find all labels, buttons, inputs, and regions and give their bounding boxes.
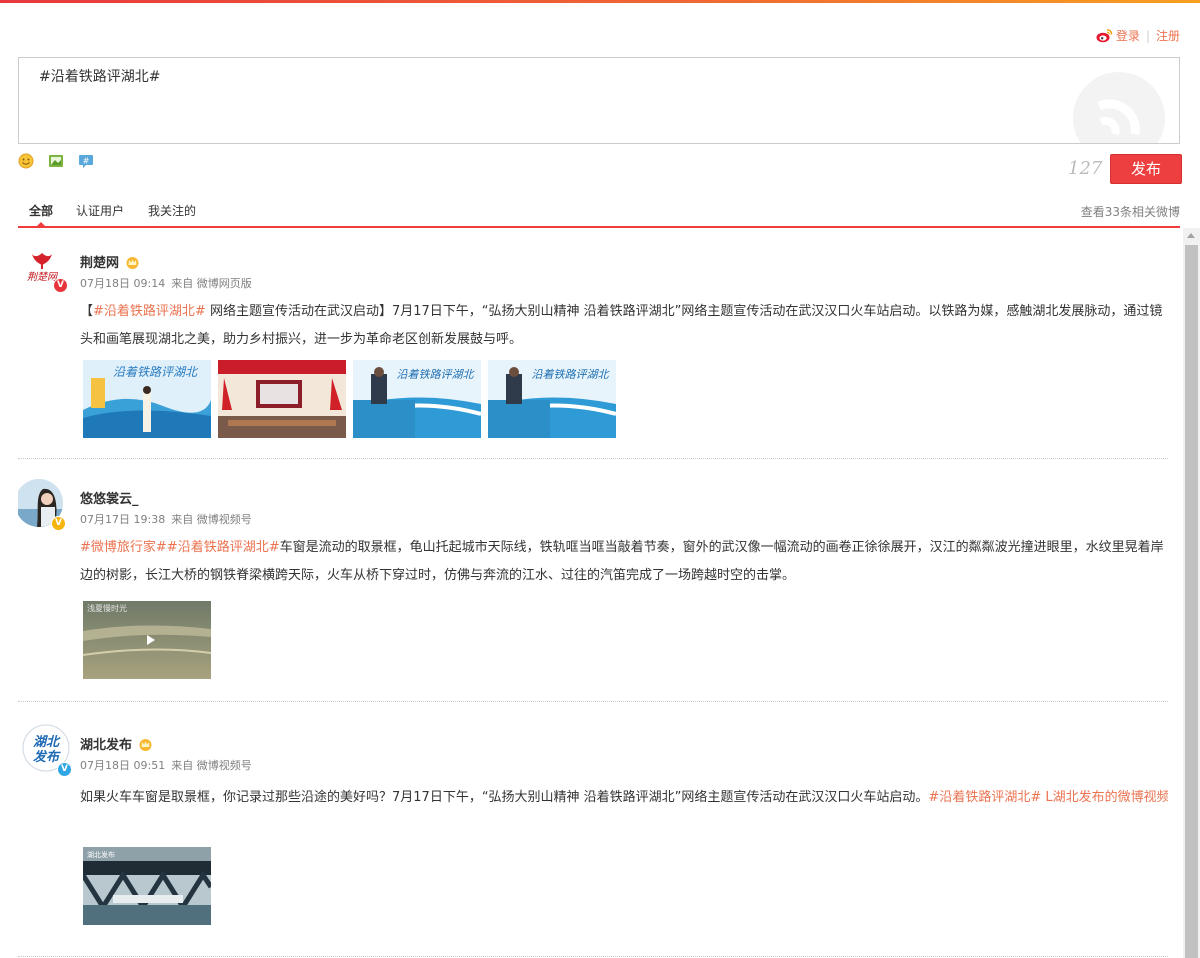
login-separator: | <box>1145 28 1150 43</box>
post-image-thumb[interactable]: 沿着铁路评湖北 <box>83 360 211 438</box>
hashtag-link[interactable]: #沿着铁路评湖北# <box>167 540 280 555</box>
post-meta: 07月17日 19:38 来自 微博视频号 <box>80 511 258 527</box>
verified-badge: V <box>57 762 72 777</box>
video-thumb[interactable]: 浅夏慢时光 <box>83 601 211 679</box>
verified-badge: V <box>51 516 66 531</box>
post-text: 网络主题宣传活动在武汉启动】7月17日下午，“弘扬大别山精神 沿着铁路评湖北”网… <box>80 304 1163 347</box>
top-accent-bar <box>0 0 1200 3</box>
char-counter: 127 <box>1068 158 1103 179</box>
register-link[interactable]: 注册 <box>1156 27 1180 44</box>
video-preview: 浅夏慢时光 <box>83 601 211 679</box>
thumb-banner-text: 沿着铁路评湖北 <box>113 365 199 379</box>
tab-verified[interactable]: 认证用户 <box>76 202 124 219</box>
hashtag-link[interactable]: #沿着铁路评湖北# <box>928 790 1041 805</box>
login-area: 登录 | 注册 <box>1096 27 1180 44</box>
thumb-banner-text: 沿着铁路评湖北 <box>532 368 611 381</box>
filter-tabs: 全部 认证用户 我关注的 查看33条相关微博 <box>18 199 1180 228</box>
post-meta: 07月18日 09:14 来自 微博网页版 <box>80 275 258 291</box>
scrollbar[interactable] <box>1183 228 1200 958</box>
feed-item: 荆楚网 V 荆楚网 07月18日 09:14 来自 微博网页版 【#沿着铁路评湖北… <box>18 228 1168 459</box>
tab-following[interactable]: 我关注的 <box>148 202 196 219</box>
post-source: 来自 微博网页版 <box>171 277 252 290</box>
hashtag-link[interactable]: #沿着铁路评湖北# <box>93 304 206 319</box>
video-caption: 浅夏慢时光 <box>87 603 127 613</box>
post-time[interactable]: 07月18日 09:14 <box>80 277 165 290</box>
view-more-link[interactable]: 查看33条相关微博 <box>1081 203 1180 220</box>
post-text-pre: 【 <box>80 304 94 319</box>
avatar-hubei-text: 湖北 <box>33 734 61 750</box>
publish-button[interactable]: 发布 <box>1110 154 1182 184</box>
post-image-thumb[interactable]: 沿着铁路评湖北 <box>353 360 481 438</box>
post-text: 如果火车车窗是取景框，你记录过那些沿途的美好吗？7月17日下午，“弘扬大别山精神… <box>80 790 929 805</box>
login-link[interactable]: 登录 <box>1116 27 1140 44</box>
video-preview: 湖北发布 <box>83 847 211 925</box>
post-image-thumb[interactable]: 沿着铁路评湖北 <box>488 360 616 438</box>
scroll-up-icon[interactable] <box>1187 233 1195 238</box>
weibo-watermark-icon <box>1073 72 1165 143</box>
post-time[interactable]: 07月18日 09:51 <box>80 759 165 772</box>
tab-all-label: 全部 <box>29 204 54 218</box>
post-image-thumb[interactable] <box>218 360 346 438</box>
weibo-logo-icon <box>1096 29 1113 43</box>
scrollbar-thumb[interactable] <box>1185 245 1198 958</box>
image-icon[interactable] <box>48 153 64 169</box>
emoji-icon[interactable] <box>18 153 34 169</box>
post-textarea[interactable]: #沿着铁路评湖北# <box>18 57 1180 144</box>
topic-icon[interactable]: # <box>78 153 94 169</box>
feed-item: V 悠悠裳云_ 07月17日 19:38 来自 微博视频号 #微博旅行家##沿着铁… <box>18 459 1168 702</box>
svg-text:#: # <box>83 157 90 166</box>
post-content: 【#沿着铁路评湖北# 网络主题宣传活动在武汉启动】7月17日下午，“弘扬大别山精… <box>80 298 1168 354</box>
user-name-text: 湖北发布 <box>80 738 133 753</box>
user-name-text: 荆楚网 <box>80 256 120 271</box>
user-name[interactable]: 湖北发布 <box>80 734 153 753</box>
user-name[interactable]: 荆楚网 <box>80 252 140 271</box>
post-source: 来自 微博视频号 <box>171 513 252 526</box>
post-content: 如果火车车窗是取景框，你记录过那些沿途的美好吗？7月17日下午，“弘扬大别山精神… <box>80 784 1168 812</box>
video-caption: 湖北发布 <box>87 850 115 859</box>
post-meta: 07月18日 09:51 来自 微博视频号 <box>80 757 258 773</box>
image-gallery: 沿着铁路评湖北 沿着铁路评湖北 沿着铁路评湖北 <box>83 360 616 438</box>
post-source: 来自 微博视频号 <box>171 759 252 772</box>
feed-list: 荆楚网 V 荆楚网 07月18日 09:14 来自 微博网页版 【#沿着铁路评湖北… <box>18 228 1168 958</box>
crown-icon <box>139 739 152 751</box>
tab-all[interactable]: 全部 <box>29 202 54 227</box>
post-time[interactable]: 07月17日 19:38 <box>80 513 165 526</box>
post-textarea-content[interactable]: #沿着铁路评湖北# <box>39 66 160 86</box>
tab-active-arrow <box>36 222 46 227</box>
video-thumb[interactable]: 湖北发布 <box>83 847 211 925</box>
verified-badge: V <box>53 278 68 293</box>
user-name[interactable]: 悠悠裳云_ <box>80 488 139 507</box>
post-content: #微博旅行家##沿着铁路评湖北#车窗是流动的取景框，龟山托起城市天际线，铁轨哐当… <box>80 534 1168 590</box>
hashtag-link[interactable]: #微博旅行家# <box>80 540 167 555</box>
thumb-banner-text: 沿着铁路评湖北 <box>397 368 476 381</box>
feed-item: 湖北 发布 V 湖北发布 07月18日 09:51 来自 微博视频号 如果火车车窗… <box>18 702 1168 957</box>
svg-text:发布: 发布 <box>33 749 61 765</box>
video-link[interactable]: L湖北发布的微博视频 <box>1041 790 1168 805</box>
crown-icon <box>126 257 139 269</box>
composer-toolbar: # <box>18 153 94 169</box>
